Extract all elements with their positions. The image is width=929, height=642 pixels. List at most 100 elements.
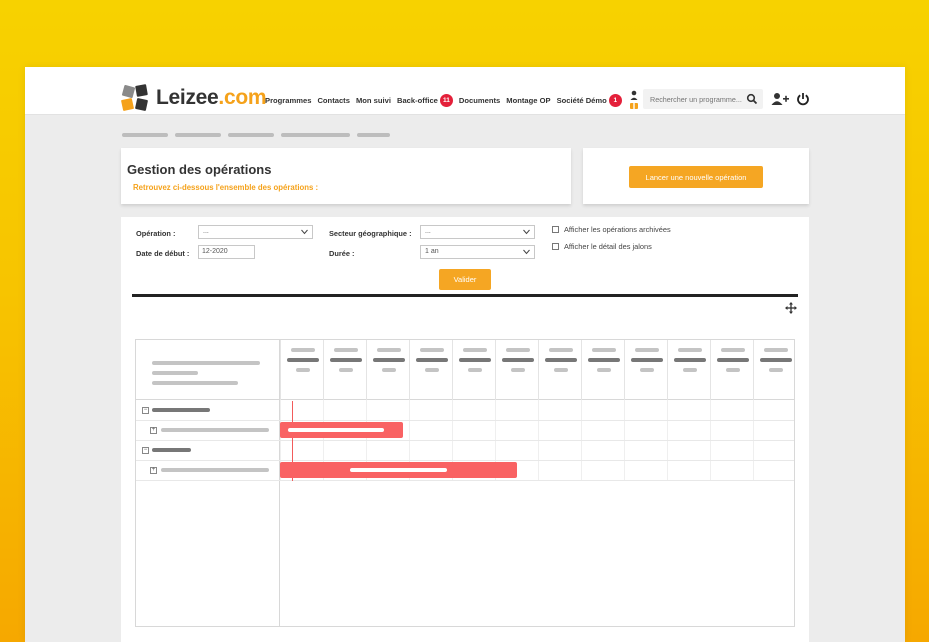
timeline-column-header [366,340,409,400]
timeline-label-placeholder [549,348,573,352]
breadcrumb-item[interactable] [122,133,168,137]
title-card: Gestion des opérations Retrouvez ci-dess… [121,148,571,204]
timeline-label-placeholder [511,368,525,372]
chevron-down-icon [301,229,308,235]
breadcrumb [122,133,397,137]
gantt-chart: − + − + [135,339,795,627]
start-date-input[interactable]: 12-2020 [198,245,255,259]
timeline-label-placeholder [554,368,568,372]
breadcrumb-item[interactable] [357,133,390,137]
timeline-column-header [452,340,495,400]
timeline-label-placeholder [463,348,487,352]
user-icon[interactable] [628,89,640,111]
checkbox-box[interactable] [552,243,559,250]
power-icon[interactable] [796,92,810,106]
sector-select[interactable]: ... [420,225,535,239]
start-date-label: Date de début : [136,249,189,258]
breadcrumb-item[interactable] [228,133,274,137]
app-window: Leizee.com Programmes Contacts Mon suivi… [25,67,905,642]
timeline-label-placeholder [291,348,315,352]
timeline-label-placeholder [640,368,654,372]
timeline-label-placeholder [339,368,353,372]
add-user-icon[interactable] [771,92,789,106]
row-divider [136,420,794,421]
back-office-badge: 11 [440,94,453,107]
search-box [643,89,763,109]
chevron-down-icon [523,229,530,235]
timeline-label-placeholder [726,368,740,372]
archived-checkbox[interactable]: Afficher les opérations archivées [552,225,671,234]
new-operation-button[interactable]: Lancer une nouvelle opération [629,166,763,188]
gantt-task-bar[interactable] [280,422,403,438]
timeline-label-placeholder [334,348,358,352]
collapse-toggle[interactable]: − [142,447,149,454]
timeline-label-placeholder [597,368,611,372]
duration-label: Durée : [329,249,354,258]
leizee-logo-icon[interactable] [121,84,149,112]
task-label-placeholder [161,468,269,472]
timeline-column-header [495,340,538,400]
checkbox-box[interactable] [552,226,559,233]
timeline-label-placeholder [545,358,577,362]
societe-badge: 1 [609,94,622,107]
duration-select[interactable]: 1 an [420,245,535,259]
timeline-label-placeholder [459,358,491,362]
timeline-label-placeholder [425,368,439,372]
timeline-column-header [538,340,581,400]
search-icon[interactable] [746,93,758,105]
timeline-label-placeholder [717,358,749,362]
timeline-label-placeholder [769,368,783,372]
task-label-placeholder [161,428,269,432]
action-card: Lancer une nouvelle opération [583,148,809,204]
main-nav: Programmes Contacts Mon suivi Back-offic… [265,94,628,107]
nav-documents[interactable]: Documents [459,96,500,105]
timeline-label-placeholder [330,358,362,362]
breadcrumb-item[interactable] [281,133,350,137]
operation-select[interactable]: ... [198,225,313,239]
timeline-label-placeholder [678,348,702,352]
group-label-placeholder [152,448,191,452]
brand-logo[interactable]: Leizee.com [156,86,266,110]
breadcrumb-item[interactable] [175,133,221,137]
milestones-checkbox[interactable]: Afficher le détail des jalons [552,242,652,251]
group-label-placeholder [152,408,210,412]
nav-programmes[interactable]: Programmes [265,96,311,105]
operation-label: Opération : [136,229,175,238]
task-label-placeholder [350,468,447,472]
page-title: Gestion des opérations [127,162,271,177]
expand-toggle[interactable]: + [150,467,157,474]
gantt-task-bar[interactable] [280,462,517,478]
validate-button[interactable]: Valider [439,269,491,290]
timeline-label-placeholder [631,358,663,362]
nav-montage-op[interactable]: Montage OP [506,96,550,105]
timeline-label-placeholder [674,358,706,362]
timeline-column-header [667,340,710,400]
timeline-column-header [753,340,796,400]
timeline-label-placeholder [416,358,448,362]
timeline-column-header [280,340,323,400]
chevron-down-icon [523,249,530,255]
task-label-placeholder [288,428,384,432]
timeline-label-placeholder [296,368,310,372]
nav-back-office[interactable]: Back-office11 [397,94,453,107]
sector-label: Secteur géographique : [329,229,412,238]
row-divider [136,460,794,461]
nav-societe-demo[interactable]: Société Démo1 [557,94,622,107]
expand-toggle[interactable]: + [150,427,157,434]
search-input[interactable] [643,90,747,110]
timeline-label-placeholder [506,348,530,352]
timeline-label-placeholder [373,358,405,362]
timeline-column-header [710,340,753,400]
nav-contacts[interactable]: Contacts [317,96,350,105]
timeline-label-placeholder [683,368,697,372]
nav-mon-suivi[interactable]: Mon suivi [356,96,391,105]
collapse-toggle[interactable]: − [142,407,149,414]
timeline-label-placeholder [287,358,319,362]
timeline-label-placeholder [764,348,788,352]
timeline-label-placeholder [468,368,482,372]
milestones-checkbox-label: Afficher le détail des jalons [564,242,652,251]
move-icon[interactable] [785,302,797,314]
top-bar: Leizee.com Programmes Contacts Mon suivi… [25,67,905,115]
timeline-label-placeholder [721,348,745,352]
row-divider [136,440,794,441]
